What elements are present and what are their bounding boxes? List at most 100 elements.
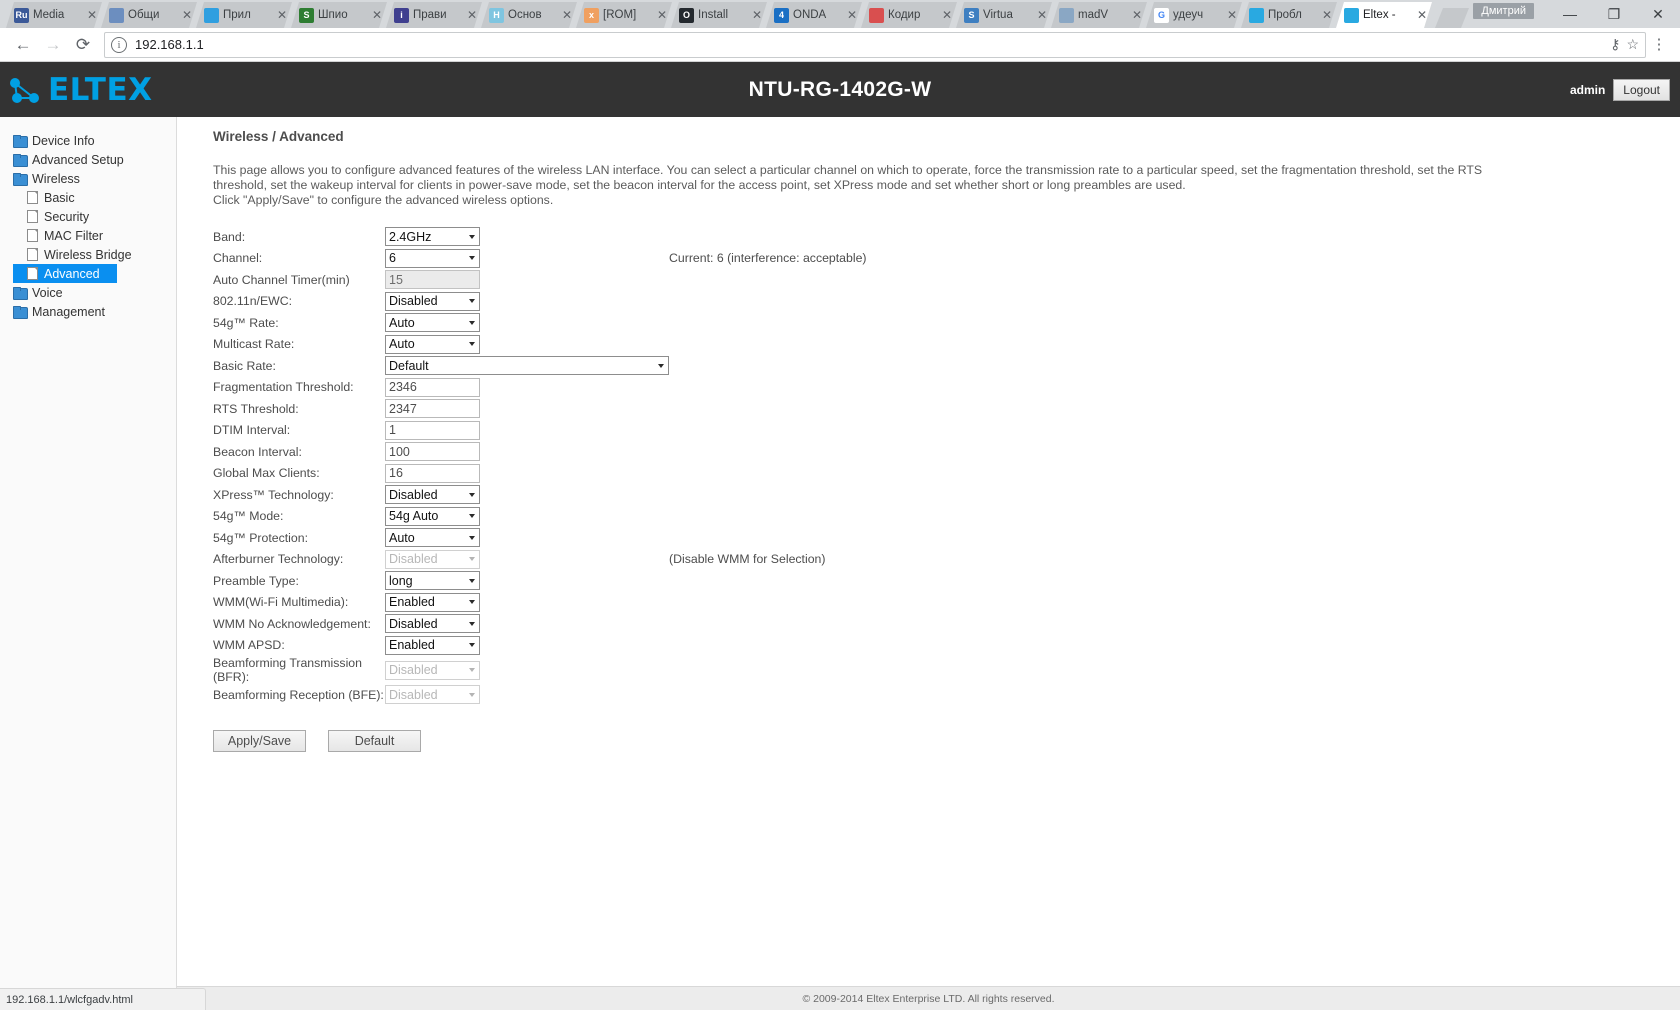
tab-close-icon[interactable]: ✕ [1226,9,1238,21]
browser-tab[interactable]: S Virtua ✕ [956,2,1052,28]
sidebar-item-security[interactable]: Security [0,207,176,226]
tab-favicon-icon: H [489,8,504,23]
tab-label: Основ [508,9,542,21]
field-note-empty [669,484,867,506]
tab-close-icon[interactable]: ✕ [846,9,858,21]
select-basic-rate[interactable]: DefaultAll1 & 2 Mbps [385,356,669,376]
select-xpress-technology[interactable]: EnabledDisabled [385,485,480,505]
input-rts-threshold[interactable] [385,399,480,419]
browser-tab[interactable]: i Прави ✕ [386,2,482,28]
field-note-empty [669,656,867,684]
select-wrapper: 2.4GHz5GHz [385,227,480,247]
maximize-icon[interactable]: ❐ [1592,0,1636,28]
browser-tab[interactable]: Пробл ✕ [1241,2,1337,28]
tab-favicon-icon [869,8,884,23]
tab-close-icon[interactable]: ✕ [1416,9,1428,21]
form-row: Fragmentation Threshold: [213,377,867,399]
tab-label: [ROM] [603,9,637,21]
sidebar-item-basic[interactable]: Basic [0,188,176,207]
sidebar-item-advanced[interactable]: Advanced [13,264,117,283]
select-54g-mode[interactable]: 54g Auto54g Only54g Performance802.11b O… [385,506,480,526]
field-control-cell: EnabledDisabled [385,549,669,571]
tab-close-icon[interactable]: ✕ [1036,9,1048,21]
default-button[interactable]: Default [328,729,421,752]
new-tab-button[interactable] [1435,8,1469,28]
browser-tab[interactable]: H Основ ✕ [481,2,577,28]
close-window-icon[interactable]: ✕ [1636,0,1680,28]
select-802-11n-ewc[interactable]: AutoDisabled [385,291,480,311]
sidebar-item-voice[interactable]: Voice [0,283,176,302]
select-wmm-apsd[interactable]: EnabledDisabled [385,635,480,655]
field-control-cell [385,420,669,442]
description-line-3: Click "Apply/Save" to configure the adva… [213,193,554,207]
tab-close-icon[interactable]: ✕ [656,9,668,21]
tab-close-icon[interactable]: ✕ [371,9,383,21]
select-wmm-no-acknowledgement[interactable]: EnabledDisabled [385,614,480,634]
field-label: Multicast Rate: [213,337,295,352]
sidebar-item-management[interactable]: Management [0,302,176,321]
forward-icon[interactable]: → [38,31,68,59]
address-bar[interactable]: i 192.168.1.1 ⚷ ☆ [104,31,1646,58]
select-wrapper: EnabledDisabled [385,592,480,612]
select-wmm-wi-fi-multimedia[interactable]: EnabledDisabled [385,592,480,612]
form-row: WMM APSD: EnabledDisabled [213,635,867,657]
tab-label: Кодир [888,9,921,21]
tab-close-icon[interactable]: ✕ [86,9,98,21]
sidebar-item-label: Advanced [44,266,100,281]
select-54g-protection[interactable]: AutoOff [385,528,480,548]
form-row: 54g™ Protection: AutoOff [213,527,867,549]
tab-close-icon[interactable]: ✕ [1131,9,1143,21]
url-text[interactable]: 192.168.1.1 [135,37,1604,52]
select-wrapper: 54g Auto54g Only54g Performance802.11b O… [385,506,480,526]
tab-close-icon[interactable]: ✕ [1321,9,1333,21]
tab-close-icon[interactable]: ✕ [466,9,478,21]
username-label: admin [1569,82,1606,97]
browser-tab[interactable]: Ru Media ✕ [6,2,102,28]
apply-save-button[interactable]: Apply/Save [213,729,306,752]
browser-tab[interactable]: Eltex - ✕ [1336,2,1432,28]
field-label: 54g™ Protection: [213,530,309,545]
input-dtim-interval[interactable] [385,420,480,440]
input-beacon-interval[interactable] [385,442,480,462]
bookmark-star-icon[interactable]: ☆ [1626,36,1639,53]
sidebar-item-advanced-setup[interactable]: Advanced Setup [0,150,176,169]
sidebar-item-mac-filter[interactable]: MAC Filter [0,226,176,245]
input-fragmentation-threshold[interactable] [385,377,480,397]
browser-tab[interactable]: madV ✕ [1051,2,1147,28]
logout-button[interactable]: Logout [1613,78,1670,101]
sidebar-item-wireless-bridge[interactable]: Wireless Bridge [0,245,176,264]
browser-tab[interactable]: x [ROM] ✕ [576,2,672,28]
tab-close-icon[interactable]: ✕ [751,9,763,21]
select-preamble-type[interactable]: longshort [385,571,480,591]
browser-tab[interactable]: O Install ✕ [671,2,767,28]
browser-tab[interactable]: Общи ✕ [101,2,197,28]
sidebar-item-device-info[interactable]: Device Info [0,131,176,150]
browser-tab[interactable]: Кодир ✕ [861,2,957,28]
tab-close-icon[interactable]: ✕ [276,9,288,21]
browser-menu-icon[interactable]: ⋮ [1646,37,1672,52]
form-row: 802.11n/EWC: AutoDisabled [213,291,867,313]
browser-tab[interactable]: S Шпио ✕ [291,2,387,28]
select-multicast-rate[interactable]: Auto1 Mbps2 Mbps5.5 Mbps11 Mbps [385,334,480,354]
browser-tab[interactable]: Прил ✕ [196,2,292,28]
select-channel[interactable]: Auto12345678910111213 [385,248,480,268]
select-band[interactable]: 2.4GHz5GHz [385,227,480,247]
profile-chip[interactable]: Дмитрий [1473,3,1534,19]
input-global-max-clients[interactable] [385,463,480,483]
browser-tab[interactable]: Gудеуч ✕ [1146,2,1242,28]
select-54g-rate[interactable]: Auto1 Mbps2 Mbps5.5 Mbps11 Mbps [385,313,480,333]
form-row: WMM(Wi-Fi Multimedia): EnabledDisabled [213,592,867,614]
tab-close-icon[interactable]: ✕ [181,9,193,21]
sidebar-item-wireless[interactable]: Wireless [0,169,176,188]
field-note-empty [669,570,867,592]
tab-close-icon[interactable]: ✕ [561,9,573,21]
site-info-icon[interactable]: i [111,36,127,53]
select-wrapper: EnabledDisabled [385,660,480,680]
reload-icon[interactable]: ⟳ [68,31,98,59]
back-icon[interactable]: ← [8,31,38,59]
browser-tab[interactable]: 4 ONDA ✕ [766,2,862,28]
tab-close-icon[interactable]: ✕ [941,9,953,21]
form-row: RTS Threshold: [213,398,867,420]
minimize-icon[interactable]: — [1548,0,1592,28]
password-key-icon[interactable]: ⚷ [1610,36,1620,53]
